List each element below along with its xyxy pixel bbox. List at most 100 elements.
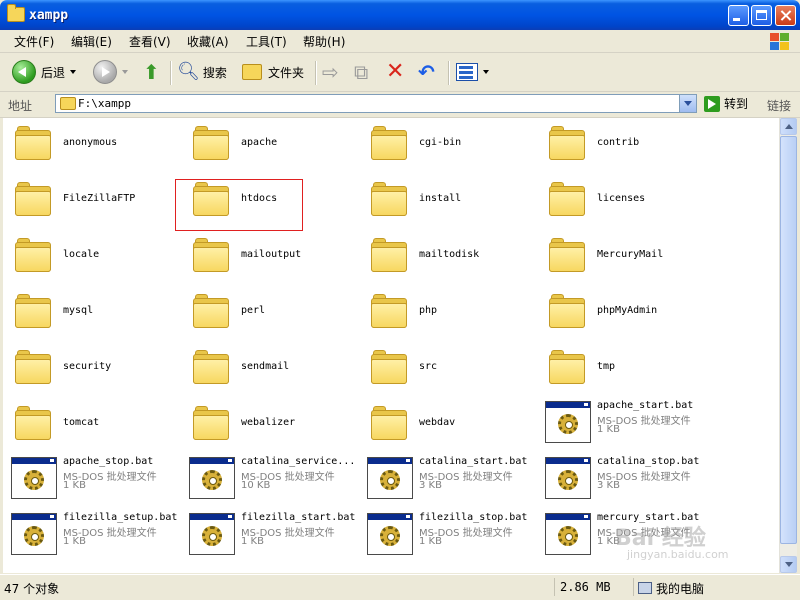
folder-item[interactable]: cgi-bin	[359, 118, 537, 174]
status-location: 我的电脑	[638, 578, 796, 596]
close-button[interactable]	[775, 5, 796, 26]
file-name: catalina_stop.bat	[597, 456, 700, 467]
file-item[interactable]: catalina_service... MS-DOS 批处理文件 10 KB	[181, 453, 359, 509]
folder-item[interactable]: apache	[181, 118, 359, 174]
folder-name: anonymous	[63, 137, 118, 148]
file-item[interactable]: filezilla_stop.bat MS-DOS 批处理文件 1 KB	[359, 509, 537, 565]
menu-file[interactable]: 文件(F)	[14, 33, 54, 50]
folders-button[interactable]: 文件夹	[242, 58, 304, 86]
folder-item[interactable]: locale	[3, 230, 181, 286]
toolbar: 后退 ⬆ 🔍︎ 搜索 文件夹 ⇨ ⧉ ✕ ↶	[0, 53, 800, 92]
folder-icon	[15, 182, 51, 216]
file-name: filezilla_setup.bat	[63, 512, 178, 523]
file-item[interactable]: catalina_stop.bat MS-DOS 批处理文件 3 KB	[537, 453, 715, 509]
folder-item[interactable]: security	[3, 342, 181, 398]
toolbar-separator	[170, 61, 172, 85]
search-button[interactable]: 🔍︎ 搜索	[177, 58, 227, 86]
status-count-text: 47 个对象	[4, 582, 60, 596]
batch-file-icon	[545, 401, 591, 443]
batch-file-icon	[367, 513, 413, 555]
delete-button[interactable]: ✕	[386, 58, 404, 86]
minimize-button[interactable]	[728, 5, 749, 26]
batch-file-icon	[545, 457, 591, 499]
scroll-down-button[interactable]	[780, 556, 797, 573]
folder-name: tmp	[597, 361, 616, 372]
file-item[interactable]: filezilla_setup.bat MS-DOS 批处理文件 1 KB	[3, 509, 181, 565]
folder-item[interactable]: MercuryMail	[537, 230, 715, 286]
title-bar[interactable]: xampp	[0, 0, 800, 30]
file-item[interactable]: apache_stop.bat MS-DOS 批处理文件 1 KB	[3, 453, 181, 509]
folder-item[interactable]: src	[359, 342, 537, 398]
menu-favorites[interactable]: 收藏(A)	[187, 33, 229, 50]
explorer-window: xampp 文件(F) 编辑(E) 查看(V) 收藏(A) 工具(T) 帮助(H…	[0, 0, 800, 600]
links-button[interactable]: 链接	[767, 97, 791, 114]
folder-item[interactable]: install	[359, 174, 537, 230]
go-button[interactable]: 转到	[704, 95, 748, 112]
folder-item[interactable]: mysql	[3, 286, 181, 342]
file-size: 10 KB	[241, 480, 271, 491]
folder-item[interactable]: mailtodisk	[359, 230, 537, 286]
status-bar: 47 个对象 2.86 MB 我的电脑	[0, 574, 800, 600]
chevron-down-icon	[483, 70, 489, 74]
folder-name: MercuryMail	[597, 249, 664, 260]
move-to-button[interactable]: ⇨	[322, 58, 339, 86]
scroll-up-button[interactable]	[780, 118, 797, 135]
folder-icon	[193, 350, 229, 384]
folder-icon	[193, 238, 229, 272]
vertical-scrollbar[interactable]	[779, 118, 797, 573]
address-dropdown-button[interactable]	[679, 95, 696, 112]
folder-name: webalizer	[241, 417, 296, 428]
move-to-icon: ⇨	[322, 60, 339, 84]
highlight-box	[175, 179, 303, 231]
address-input[interactable]: F:\xampp	[55, 94, 697, 113]
folder-item[interactable]: phpMyAdmin	[537, 286, 715, 342]
views-button[interactable]	[456, 58, 489, 86]
folder-name: contrib	[597, 137, 640, 148]
folder-item[interactable]: anonymous	[3, 118, 181, 174]
watermark-url: jingyan.baidu.com	[627, 548, 729, 561]
menu-help[interactable]: 帮助(H)	[303, 33, 345, 50]
search-icon: 🔍︎	[177, 61, 200, 82]
delete-x-icon: ✕	[386, 59, 405, 84]
folder-item[interactable]: tmp	[537, 342, 715, 398]
folder-name: apache	[241, 137, 278, 148]
folder-name: install	[419, 193, 462, 204]
folder-item[interactable]: php	[359, 286, 537, 342]
file-size: 1 KB	[597, 424, 620, 435]
folder-item[interactable]: webalizer	[181, 398, 359, 454]
folder-item[interactable]: perl	[181, 286, 359, 342]
folder-item[interactable]: webdav	[359, 398, 537, 454]
file-item[interactable]: filezilla_start.bat MS-DOS 批处理文件 1 KB	[181, 509, 359, 565]
menu-view[interactable]: 查看(V)	[129, 33, 171, 50]
folder-icon	[549, 238, 585, 272]
copy-to-button[interactable]: ⧉	[354, 58, 368, 86]
file-item[interactable]: apache_start.bat MS-DOS 批处理文件 1 KB	[537, 397, 715, 453]
file-list[interactable]: anonymous apache cgi-bin contrib FileZillaFT…	[3, 118, 779, 573]
my-computer-icon	[638, 582, 652, 594]
folder-item[interactable]: FileZillaFTP	[3, 174, 181, 230]
folder-item[interactable]: sendmail	[181, 342, 359, 398]
up-folder-button[interactable]: ⬆	[143, 58, 160, 86]
batch-file-icon	[11, 513, 57, 555]
menu-edit[interactable]: 编辑(E)	[71, 33, 112, 50]
folder-icon	[371, 350, 407, 384]
folder-name: licenses	[597, 193, 646, 204]
file-size: 1 KB	[63, 536, 86, 547]
folder-item[interactable]: licenses	[537, 174, 715, 230]
maximize-button[interactable]	[751, 5, 772, 26]
file-size: 3 KB	[597, 480, 620, 491]
window-title: xampp	[29, 8, 69, 23]
folder-name: php	[419, 305, 438, 316]
forward-button[interactable]	[93, 58, 128, 86]
toolbar-separator	[315, 61, 317, 85]
menu-tools[interactable]: 工具(T)	[246, 33, 287, 50]
undo-button[interactable]: ↶	[418, 58, 435, 86]
folder-item[interactable]: mailoutput	[181, 230, 359, 286]
folder-item[interactable]: contrib	[537, 118, 715, 174]
folder-item[interactable]: tomcat	[3, 398, 181, 454]
file-item[interactable]: catalina_start.bat MS-DOS 批处理文件 3 KB	[359, 453, 537, 509]
folder-name: tomcat	[63, 417, 100, 428]
scroll-thumb[interactable]	[780, 136, 797, 544]
back-button[interactable]: 后退	[12, 58, 77, 86]
folder-name: sendmail	[241, 361, 290, 372]
